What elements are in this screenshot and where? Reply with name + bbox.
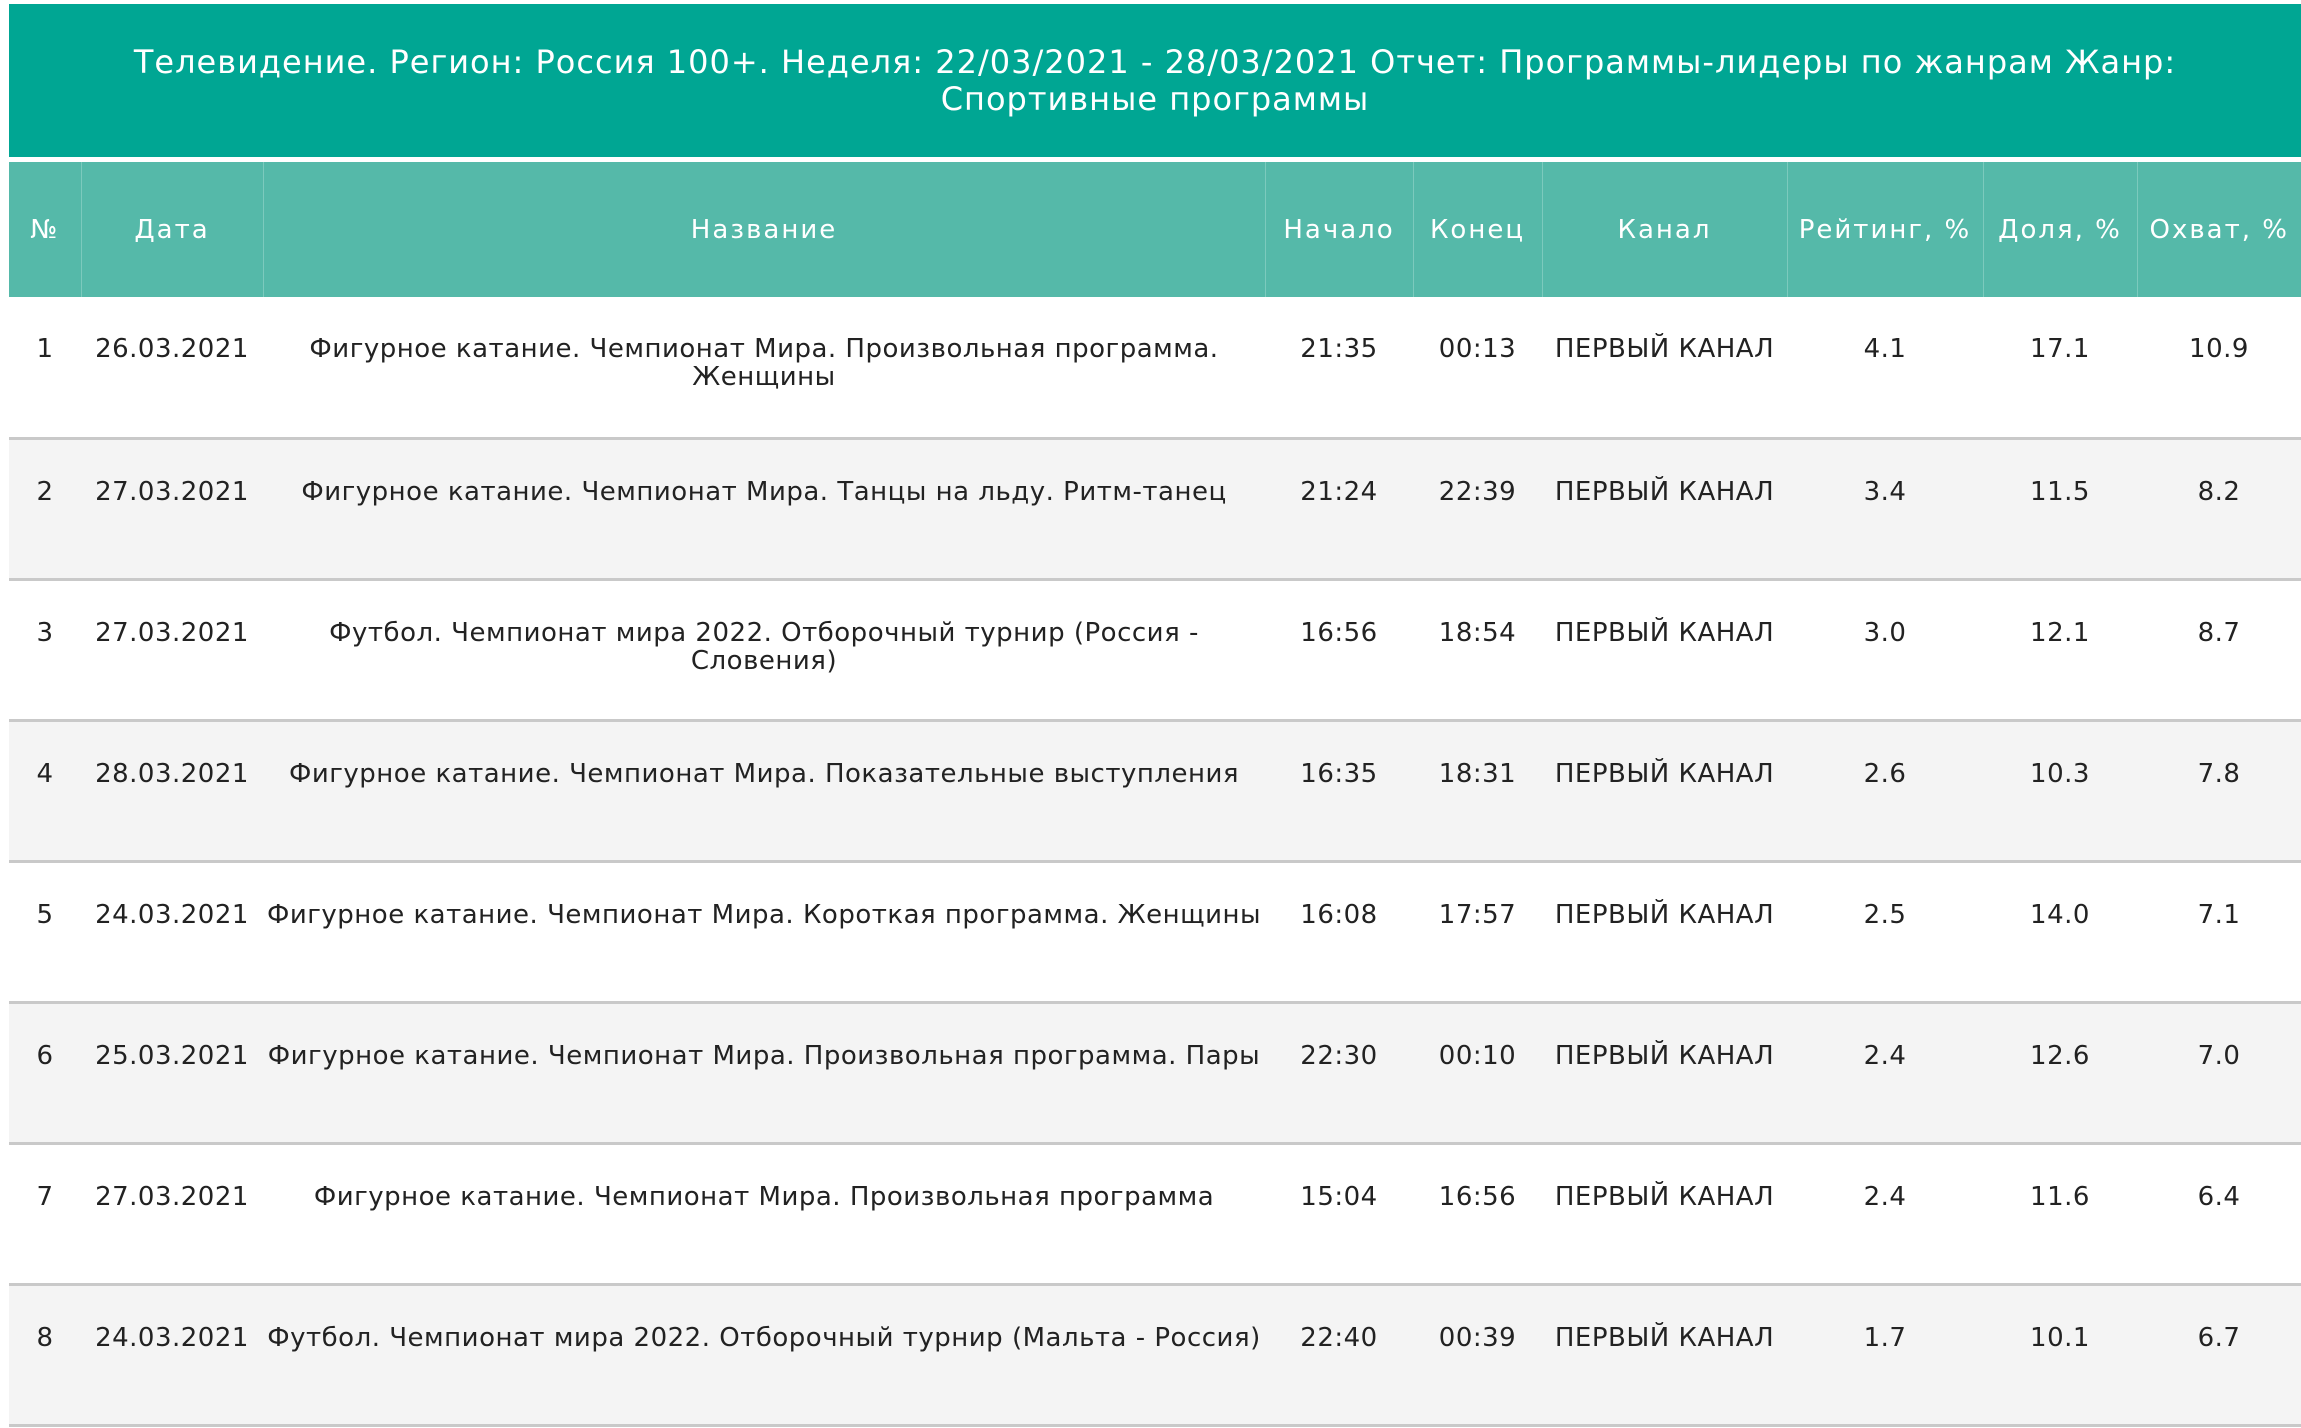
header-share[interactable]: Доля, %	[1983, 162, 2138, 297]
cell-end: 16:56	[1413, 1143, 1542, 1286]
cell-share: 17.1	[1983, 297, 2137, 440]
table-row: 4 28.03.2021 Фигурное катание. Чемпионат…	[9, 720, 2301, 863]
cell-share: 11.6	[1983, 1143, 2137, 1286]
cell-rating: 3.4	[1787, 438, 1983, 581]
cell-num: 4	[9, 720, 81, 863]
table-row: 6 25.03.2021 Фигурное катание. Чемпионат…	[9, 1002, 2301, 1145]
cell-end: 00:13	[1413, 297, 1542, 440]
cell-program-name: Фигурное катание. Чемпионат Мира. Танцы …	[263, 438, 1265, 581]
cell-program-name: Фигурное катание. Чемпионат Мира. Произв…	[263, 1143, 1265, 1286]
cell-date: 27.03.2021	[81, 438, 263, 581]
cell-date: 26.03.2021	[81, 297, 263, 440]
cell-end: 00:39	[1413, 1284, 1542, 1427]
cell-end: 17:57	[1413, 861, 1542, 1004]
cell-rating: 2.6	[1787, 720, 1983, 863]
table-body: 1 26.03.2021 Фигурное катание. Чемпионат…	[9, 297, 2301, 1427]
cell-reach: 8.7	[2137, 579, 2301, 722]
cell-start: 16:56	[1265, 579, 1413, 722]
cell-start: 16:08	[1265, 861, 1413, 1004]
cell-end: 18:54	[1413, 579, 1542, 722]
cell-reach: 7.1	[2137, 861, 2301, 1004]
cell-reach: 6.4	[2137, 1143, 2301, 1286]
cell-end: 18:31	[1413, 720, 1542, 863]
cell-program-name: Фигурное катание. Чемпионат Мира. Произв…	[263, 297, 1265, 440]
header-name[interactable]: Название	[263, 162, 1266, 297]
cell-program-name: Футбол. Чемпионат мира 2022. Отборочный …	[263, 1284, 1265, 1427]
cell-start: 22:40	[1265, 1284, 1413, 1427]
cell-share: 10.3	[1983, 720, 2137, 863]
cell-end: 00:10	[1413, 1002, 1542, 1145]
cell-num: 8	[9, 1284, 81, 1427]
cell-reach: 8.2	[2137, 438, 2301, 581]
cell-channel: ПЕРВЫЙ КАНАЛ	[1542, 1284, 1787, 1427]
cell-date: 27.03.2021	[81, 579, 263, 722]
cell-rating: 2.5	[1787, 861, 1983, 1004]
table-header: № Дата Название Начало Конец Канал Рейти…	[9, 162, 2301, 297]
cell-rating: 2.4	[1787, 1002, 1983, 1145]
cell-reach: 10.9	[2137, 297, 2301, 440]
table-row: 1 26.03.2021 Фигурное катание. Чемпионат…	[9, 297, 2301, 440]
cell-program-name: Фигурное катание. Чемпионат Мира. Коротк…	[263, 861, 1265, 1004]
cell-channel: ПЕРВЫЙ КАНАЛ	[1542, 579, 1787, 722]
cell-reach: 7.8	[2137, 720, 2301, 863]
cell-rating: 2.4	[1787, 1143, 1983, 1286]
cell-date: 24.03.2021	[81, 1284, 263, 1427]
header-channel[interactable]: Канал	[1542, 162, 1788, 297]
cell-share: 10.1	[1983, 1284, 2137, 1427]
table-row: 8 24.03.2021 Футбол. Чемпионат мира 2022…	[9, 1284, 2301, 1427]
cell-date: 27.03.2021	[81, 1143, 263, 1286]
header-rating[interactable]: Рейтинг, %	[1787, 162, 1984, 297]
cell-share: 12.1	[1983, 579, 2137, 722]
cell-channel: ПЕРВЫЙ КАНАЛ	[1542, 720, 1787, 863]
cell-channel: ПЕРВЫЙ КАНАЛ	[1542, 861, 1787, 1004]
cell-program-name: Фигурное катание. Чемпионат Мира. Показа…	[263, 720, 1265, 863]
header-reach[interactable]: Охват, %	[2137, 162, 2301, 297]
cell-start: 15:04	[1265, 1143, 1413, 1286]
table-row: 5 24.03.2021 Фигурное катание. Чемпионат…	[9, 861, 2301, 1004]
cell-end: 22:39	[1413, 438, 1542, 581]
cell-rating: 3.0	[1787, 579, 1983, 722]
cell-channel: ПЕРВЫЙ КАНАЛ	[1542, 1143, 1787, 1286]
cell-num: 7	[9, 1143, 81, 1286]
cell-num: 6	[9, 1002, 81, 1145]
cell-date: 24.03.2021	[81, 861, 263, 1004]
cell-start: 16:35	[1265, 720, 1413, 863]
cell-start: 21:35	[1265, 297, 1413, 440]
cell-date: 28.03.2021	[81, 720, 263, 863]
cell-program-name: Фигурное катание. Чемпионат Мира. Произв…	[263, 1002, 1265, 1145]
table-row: 2 27.03.2021 Фигурное катание. Чемпионат…	[9, 438, 2301, 581]
header-num[interactable]: №	[9, 162, 82, 297]
cell-rating: 1.7	[1787, 1284, 1983, 1427]
cell-num: 3	[9, 579, 81, 722]
table-row: 7 27.03.2021 Фигурное катание. Чемпионат…	[9, 1143, 2301, 1286]
header-date[interactable]: Дата	[81, 162, 264, 297]
cell-reach: 6.7	[2137, 1284, 2301, 1427]
report-page: Телевидение. Регион: Россия 100+. Неделя…	[9, 4, 2301, 1427]
cell-start: 22:30	[1265, 1002, 1413, 1145]
cell-channel: ПЕРВЫЙ КАНАЛ	[1542, 1002, 1787, 1145]
cell-channel: ПЕРВЫЙ КАНАЛ	[1542, 297, 1787, 440]
cell-date: 25.03.2021	[81, 1002, 263, 1145]
cell-program-name: Футбол. Чемпионат мира 2022. Отборочный …	[263, 579, 1265, 722]
cell-share: 11.5	[1983, 438, 2137, 581]
report-title-bar: Телевидение. Регион: Россия 100+. Неделя…	[9, 4, 2301, 157]
report-title: Телевидение. Регион: Россия 100+. Неделя…	[133, 42, 2177, 118]
table-row: 3 27.03.2021 Футбол. Чемпионат мира 2022…	[9, 579, 2301, 722]
cell-share: 14.0	[1983, 861, 2137, 1004]
cell-rating: 4.1	[1787, 297, 1983, 440]
cell-channel: ПЕРВЫЙ КАНАЛ	[1542, 438, 1787, 581]
cell-start: 21:24	[1265, 438, 1413, 581]
ratings-table: № Дата Название Начало Конец Канал Рейти…	[9, 162, 2301, 1427]
cell-share: 12.6	[1983, 1002, 2137, 1145]
header-start[interactable]: Начало	[1265, 162, 1414, 297]
cell-num: 2	[9, 438, 81, 581]
cell-reach: 7.0	[2137, 1002, 2301, 1145]
cell-num: 1	[9, 297, 81, 440]
header-row: № Дата Название Начало Конец Канал Рейти…	[9, 162, 2301, 297]
cell-num: 5	[9, 861, 81, 1004]
header-end[interactable]: Конец	[1413, 162, 1543, 297]
